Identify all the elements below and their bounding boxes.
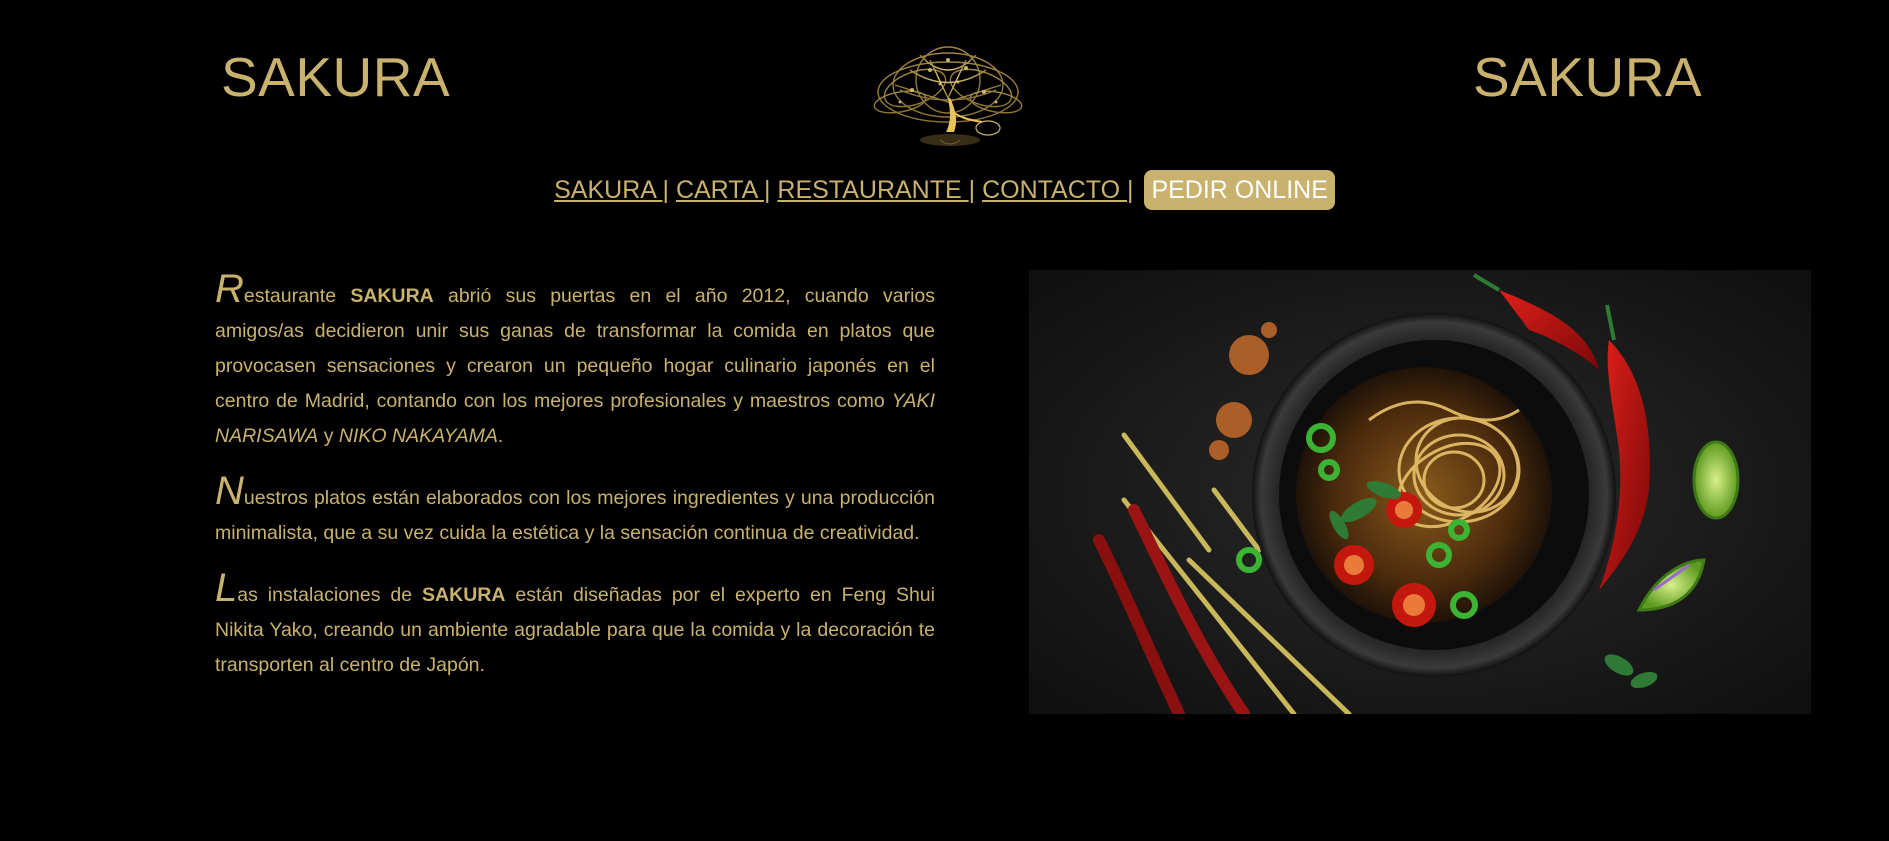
nav-link-contacto[interactable]: CONTACTO [982,176,1127,204]
paragraph-text: uestros platos están elaborados con los … [215,487,935,544]
brand-mention: SAKURA [350,285,434,307]
about-text: Restaurante SAKURA abrió sus puertas en … [215,269,935,703]
paragraph-text: . [497,425,504,447]
nav-separator: | [1127,176,1134,204]
dropcap: N [215,469,244,513]
brand-mention: SAKURA [422,584,506,606]
paragraph-text: as instalaciones de [237,584,423,606]
about-paragraph-3: Las instalaciones de SAKURA están diseña… [215,568,935,683]
golden-tree-logo-icon [873,46,1023,146]
nav-separator: | [662,176,669,204]
brand-title-left: SAKURA [221,46,451,108]
page: SAKURA SAKURA SAKURA | CARTA | RESTAURAN… [0,0,1889,841]
about-paragraph-1: Restaurante SAKURA abrió sus puertas en … [215,269,935,454]
dropcap: R [215,267,244,311]
nav-link-carta[interactable]: CARTA [676,176,764,204]
pedir-online-button[interactable]: PEDIR ONLINE [1144,170,1335,210]
ramen-bowl-photo-icon [1029,270,1811,714]
dropcap: L [215,566,238,610]
nav-separator: | [968,176,976,204]
chef-name: NIKO NAKAYAMA [338,425,498,447]
brand-title-right: SAKURA [1473,46,1703,108]
nav-separator: | [763,176,771,204]
nav-link-sakura[interactable]: SAKURA [554,176,662,204]
nav-link-restaurante[interactable]: RESTAURANTE [777,176,968,204]
main-navigation: SAKURA | CARTA | RESTAURANTE | CONTACTO … [0,170,1889,210]
about-paragraph-2: Nuestros platos están elaborados con los… [215,471,935,551]
paragraph-text: y [318,425,339,447]
paragraph-text: estaurante [243,285,351,307]
